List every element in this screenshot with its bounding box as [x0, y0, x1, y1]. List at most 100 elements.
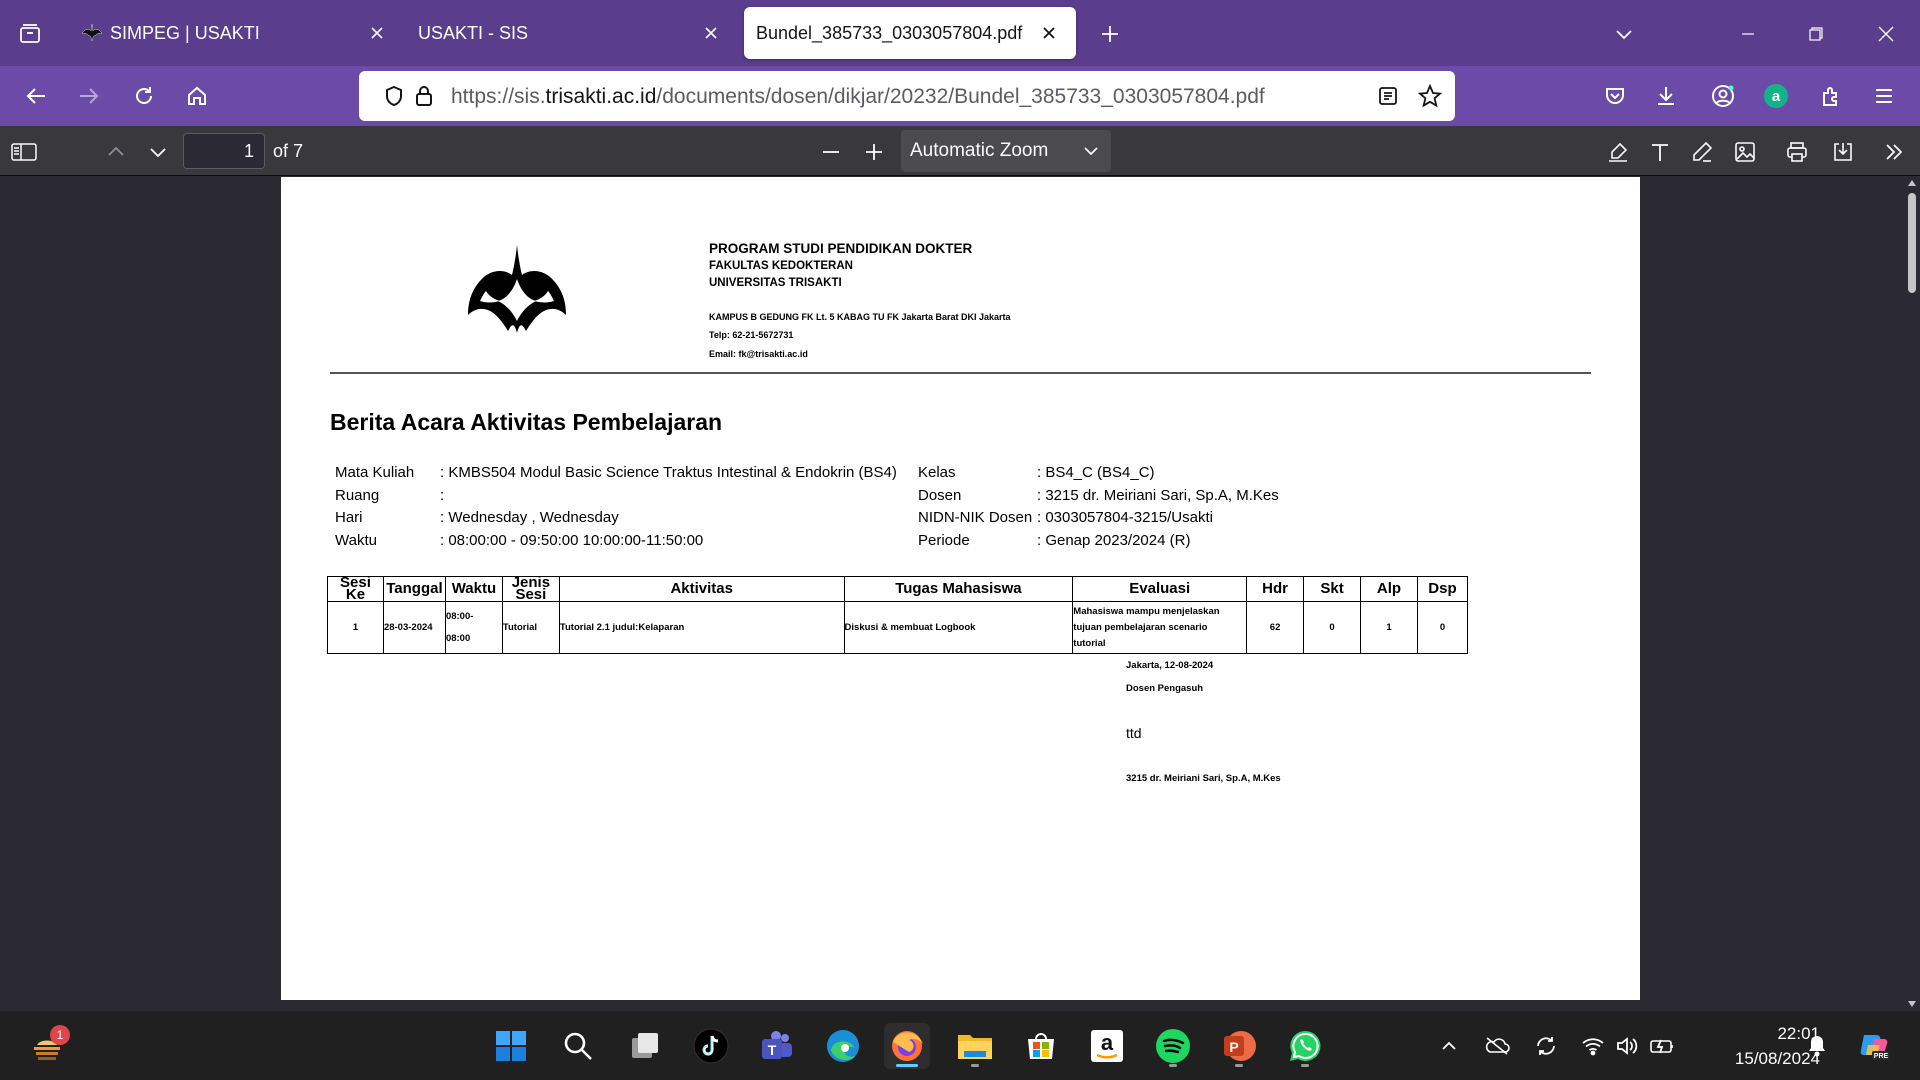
- sync-icon[interactable]: [1531, 1031, 1561, 1061]
- wifi-icon[interactable]: [1578, 1031, 1608, 1061]
- cell-waktu: 08:00- 08:00: [444, 601, 503, 654]
- previous-page-chevron-icon[interactable]: [100, 136, 132, 168]
- close-tab-icon[interactable]: [362, 18, 392, 48]
- tab-simpeg[interactable]: SIMPEG | USAKTI: [72, 7, 404, 59]
- downloads-icon[interactable]: [1646, 76, 1686, 116]
- print-icon[interactable]: [1781, 136, 1813, 168]
- restore-icon[interactable]: [1794, 14, 1838, 54]
- windows-start-icon[interactable]: [488, 1023, 534, 1069]
- url-text[interactable]: https://sis.trisakti.ac.id/documents/dos…: [451, 85, 1265, 109]
- scroll-down-arrow-icon[interactable]: [1907, 1000, 1917, 1008]
- info-label: Kelas: [918, 464, 956, 481]
- reload-icon[interactable]: [124, 76, 164, 116]
- scroll-up-arrow-icon[interactable]: [1907, 179, 1917, 187]
- draw-pen-icon[interactable]: [1686, 136, 1718, 168]
- powerpoint-icon[interactable]: P: [1216, 1023, 1262, 1069]
- amazon-icon[interactable]: a: [1084, 1023, 1130, 1069]
- highlight-icon[interactable]: [1602, 136, 1634, 168]
- zoom-out-icon[interactable]: [815, 136, 847, 168]
- extension-a-icon[interactable]: a: [1756, 76, 1796, 116]
- letterhead-program: PROGRAM STUDI PENDIDIKAN DOKTER: [709, 241, 973, 256]
- widgets-icon[interactable]: 1: [24, 1023, 70, 1069]
- address-bar[interactable]: https://sis.trisakti.ac.id/documents/dos…: [359, 71, 1455, 121]
- firefox-icon[interactable]: [884, 1023, 930, 1069]
- lock-icon[interactable]: [411, 83, 437, 109]
- letterhead-university: UNIVERSITAS TRISAKTI: [709, 277, 842, 289]
- minimize-icon[interactable]: [1726, 14, 1770, 54]
- info-value: : Genap 2023/2024 (R): [1037, 532, 1191, 549]
- cell-alp: 1: [1360, 601, 1418, 654]
- page-number-input[interactable]: 1: [183, 133, 265, 169]
- zoom-select-value: Automatic Zoom: [910, 140, 1049, 161]
- windows-taskbar: 1 T a P 22:01 15/08/2024 PRE: [0, 1010, 1920, 1080]
- active-app-indicator: [896, 1064, 918, 1067]
- file-explorer-icon[interactable]: [952, 1023, 998, 1069]
- pocket-icon[interactable]: [1595, 76, 1635, 116]
- tools-menu-chevrons-icon[interactable]: [1878, 136, 1910, 168]
- info-value: : 0303057804-3215/Usakti: [1037, 509, 1213, 526]
- show-hidden-icons-chevron-icon[interactable]: [1434, 1031, 1464, 1061]
- sidebar-toggle-icon[interactable]: [8, 136, 40, 168]
- onedrive-offline-icon[interactable]: [1482, 1031, 1512, 1061]
- whatsapp-icon[interactable]: [1282, 1023, 1328, 1069]
- header-text: Ke: [345, 586, 366, 603]
- column-header-hdr: Hdr: [1246, 576, 1305, 602]
- tab-overflow-chevron-icon[interactable]: [1602, 14, 1646, 54]
- close-tab-icon[interactable]: [1034, 18, 1064, 48]
- text-tool-icon[interactable]: [1644, 136, 1676, 168]
- bookmark-star-icon[interactable]: [1417, 83, 1443, 109]
- info-label: Waktu: [335, 532, 377, 549]
- info-value: :: [440, 487, 445, 504]
- tab-usakti-sis[interactable]: USAKTI - SIS: [406, 7, 738, 59]
- column-header-aktivitas: Aktivitas: [558, 576, 845, 602]
- task-view-icon[interactable]: [622, 1023, 668, 1069]
- home-icon[interactable]: [177, 76, 217, 116]
- pdf-viewer[interactable]: PROGRAM STUDI PENDIDIKAN DOKTER FAKULTAS…: [0, 177, 1920, 1010]
- pdf-page: PROGRAM STUDI PENDIDIKAN DOKTER FAKULTAS…: [281, 177, 1640, 1000]
- microsoft-store-icon[interactable]: [1018, 1023, 1064, 1069]
- info-label: Ruang: [335, 487, 380, 504]
- info-value: : KMBS504 Modul Basic Science Traktus In…: [440, 464, 897, 481]
- spotify-icon[interactable]: [1150, 1023, 1196, 1069]
- next-page-chevron-icon[interactable]: [142, 136, 174, 168]
- search-icon[interactable]: [555, 1023, 601, 1069]
- close-tab-icon[interactable]: [696, 18, 726, 48]
- url-host: trisakti.ac.id: [545, 85, 657, 108]
- volume-icon[interactable]: [1612, 1031, 1642, 1061]
- cell-evaluasi: Mahasiswa mampu menjelaskan tujuan pembel…: [1072, 601, 1248, 654]
- letterhead-faculty: FAKULTAS KEDOKTERAN: [709, 260, 853, 272]
- letterhead-address: KAMPUS B GEDUNG FK Lt. 5 KABAG TU FK Jak…: [709, 312, 1011, 322]
- add-image-icon[interactable]: [1729, 136, 1761, 168]
- close-window-icon[interactable]: [1864, 14, 1908, 54]
- vertical-scrollbar[interactable]: [1904, 177, 1920, 1010]
- teams-icon[interactable]: T: [754, 1023, 800, 1069]
- battery-charging-icon[interactable]: [1648, 1031, 1678, 1061]
- zoom-select[interactable]: Automatic Zoom: [901, 130, 1111, 172]
- signature-name: 3215 dr. Meiriani Sari, Sp.A, M.Kes: [1126, 773, 1281, 784]
- forward-arrow-icon[interactable]: [69, 76, 109, 116]
- back-arrow-icon[interactable]: [16, 76, 56, 116]
- tiktok-icon[interactable]: [688, 1023, 734, 1069]
- svg-text:PRE: PRE: [1874, 1053, 1889, 1060]
- tab-title: USAKTI - SIS: [418, 22, 529, 43]
- edge-icon[interactable]: [820, 1023, 866, 1069]
- hamburger-menu-icon[interactable]: [1864, 76, 1904, 116]
- extensions-puzzle-icon[interactable]: [1811, 76, 1851, 116]
- zoom-in-icon[interactable]: [858, 136, 890, 168]
- account-icon[interactable]: [1703, 76, 1743, 116]
- table-header-row: Sesi Ke Tanggal Waktu Jenis Sesi Aktivitas…: [327, 575, 1469, 603]
- list-all-tabs-icon[interactable]: [10, 14, 50, 54]
- save-download-icon[interactable]: [1827, 136, 1859, 168]
- info-value: : 3215 dr. Meiriani Sari, Sp.A, M.Kes: [1037, 487, 1279, 504]
- notifications-bell-icon[interactable]: [1802, 1031, 1832, 1061]
- column-header-tugas: Tugas Mahasiswa: [843, 576, 1074, 602]
- tracking-protection-shield-icon[interactable]: [381, 83, 407, 109]
- scrollbar-thumb[interactable]: [1908, 193, 1916, 293]
- tab-pdf-bundle[interactable]: Bundel_385733_0303057804.pdf: [744, 7, 1076, 59]
- cell-aktivitas: Tutorial 2.1 judul:Kelaparan: [558, 601, 845, 654]
- copilot-icon[interactable]: PRE: [1855, 1031, 1895, 1061]
- header-divider: [330, 372, 1591, 374]
- reader-view-icon[interactable]: [1375, 83, 1401, 109]
- running-app-indicator: [1169, 1064, 1177, 1067]
- new-tab-button[interactable]: [1090, 14, 1130, 54]
